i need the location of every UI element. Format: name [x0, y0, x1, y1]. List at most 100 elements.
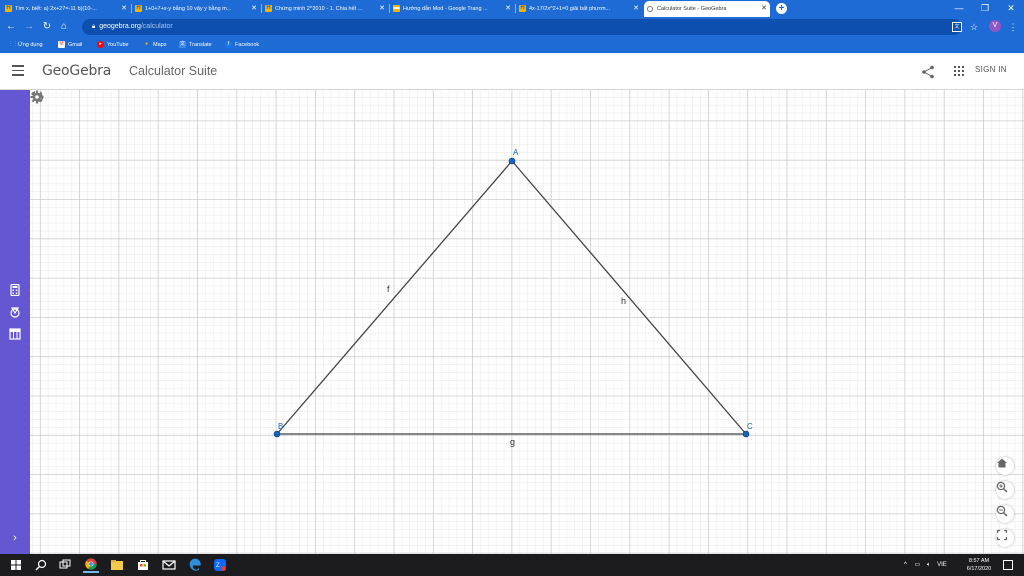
browser-tab[interactable]: H 1+0+7+x-y bằng 10 vậy y bằng m... ✕	[132, 1, 260, 17]
standard-view-button[interactable]	[996, 457, 1014, 475]
network-icon[interactable]: ▭	[915, 562, 921, 568]
address-bar-row: ← → ↻ ⌂ 🔒︎ geogebra.org/calculator 文 ☆ V …	[0, 17, 1024, 37]
point-B[interactable]	[273, 430, 281, 438]
browser-tab-strip: H Tìm x, biết: a) 2x+27=-11 b)(10-... ✕ …	[0, 0, 1024, 17]
zoom-out-button[interactable]	[996, 505, 1014, 523]
search-icon[interactable]	[33, 557, 49, 573]
bookmark-star-icon[interactable]: ☆	[968, 19, 980, 35]
app-header: GeoGebra Calculator Suite SIGN IN	[0, 53, 1024, 90]
app-switcher-icon[interactable]	[954, 66, 964, 76]
bookmark-label: Ứng dụng	[18, 42, 43, 48]
zoom-in-button[interactable]	[996, 481, 1014, 499]
bookmark-translate[interactable]: 文 Translate	[179, 37, 212, 53]
zoom-out-icon	[996, 505, 1008, 517]
bookmark-apps[interactable]: ⋮⋮ Ứng dụng	[8, 37, 43, 53]
bookmark-youtube[interactable]: ▸ YouTube	[97, 37, 129, 53]
close-window-button[interactable]: ✕	[998, 0, 1024, 17]
homework-h-icon: H	[265, 5, 272, 12]
clock-date: 6/17/2020	[966, 566, 992, 572]
calculator-keyboard-icon[interactable]	[9, 284, 21, 296]
browser-tab[interactable]: H Chứng minh 2^2010 - 1. Chia hết ... ✕	[262, 1, 388, 17]
minimize-button[interactable]: —	[946, 0, 972, 17]
bookmark-gmail[interactable]: M Gmail	[58, 37, 82, 53]
edge-icon[interactable]	[187, 557, 203, 573]
point-C[interactable]	[742, 430, 750, 438]
point-label-C: C	[747, 422, 753, 431]
restore-button[interactable]: ❐	[972, 0, 998, 17]
reload-icon[interactable]: ↻	[40, 19, 54, 35]
task-view-icon[interactable]	[57, 557, 73, 573]
browser-tab[interactable]: H Tìm x, biết: a) 2x+27=-11 b)(10-... ✕	[2, 1, 130, 17]
geogebra-logo[interactable]: GeoGebra	[42, 63, 111, 79]
segment-h[interactable]	[511, 160, 747, 435]
apps-grid-icon: ⋮⋮	[8, 41, 18, 47]
close-tab-icon[interactable]: ✕	[251, 1, 257, 17]
new-tab-button[interactable]: +	[776, 3, 787, 14]
close-tab-icon[interactable]: ✕	[379, 1, 385, 17]
tab-title: 1+0+7+x-y bằng 10 vậy y bằng m...	[145, 6, 232, 12]
bookmark-label: Maps	[153, 42, 167, 48]
bookmark-facebook[interactable]: f Facebook	[225, 37, 259, 53]
tab-title: Hướng dẫn Mod - Google Trang ...	[403, 6, 488, 12]
close-tab-icon[interactable]: ✕	[761, 1, 767, 17]
bookmarks-bar: ⋮⋮ Ứng dụng M Gmail ▸ YouTube ● Maps 文 T…	[0, 37, 1024, 53]
point-label-B: B	[278, 422, 283, 431]
url-input[interactable]: 🔒︎ geogebra.org/calculator	[82, 19, 962, 35]
close-tab-icon[interactable]: ✕	[121, 1, 127, 17]
point-label-A: A	[513, 148, 519, 157]
input-language[interactable]: VIE	[937, 562, 947, 568]
app-title: Calculator Suite	[129, 64, 218, 78]
bookmark-label: Translate	[189, 42, 212, 48]
browser-tab[interactable]: ▬ Hướng dẫn Mod - Google Trang ... ✕	[390, 1, 514, 17]
url-path: /calculator	[140, 23, 173, 30]
close-tab-icon[interactable]: ✕	[633, 1, 639, 17]
tools-shapes-icon[interactable]	[9, 306, 21, 318]
forward-arrow-icon[interactable]: →	[22, 19, 36, 35]
homework-h-icon: H	[5, 5, 12, 12]
bookmark-maps[interactable]: ● Maps	[143, 37, 166, 53]
settings-gear-icon[interactable]	[30, 90, 44, 104]
expand-panel-chevron-icon[interactable]: ›	[9, 532, 21, 544]
translate-icon: 文	[179, 41, 186, 48]
browser-menu-icon[interactable]: ⋮	[1008, 19, 1018, 35]
close-tab-icon[interactable]: ✕	[505, 1, 511, 17]
windows-start-icon[interactable]	[8, 557, 24, 573]
zalo-icon[interactable]: Z	[212, 557, 228, 573]
file-explorer-icon[interactable]	[109, 557, 125, 573]
graphics-canvas[interactable]: f h g A B C	[30, 90, 1024, 554]
graphics-view[interactable]: f h g A B C	[30, 90, 1024, 554]
share-icon[interactable]	[920, 64, 936, 80]
mail-icon[interactable]	[161, 557, 177, 573]
sign-in-button[interactable]: SIGN IN	[975, 65, 1007, 74]
volume-icon[interactable]: 🔈︎	[927, 562, 931, 568]
minor-grid	[30, 90, 1024, 554]
google-sites-icon: ▬	[393, 5, 400, 12]
back-arrow-icon[interactable]: ←	[4, 19, 18, 35]
show-hidden-icons-chevron-icon[interactable]: ^	[904, 562, 907, 568]
segment-f[interactable]	[276, 160, 513, 435]
windows-taskbar: Z ^ ▭ 🔈︎ VIE 8:57 AM 6/17/2020	[0, 554, 1024, 576]
lock-icon: 🔒︎	[92, 24, 96, 30]
homework-h-icon: H	[135, 5, 142, 12]
segment-label-g: g	[510, 437, 515, 447]
profile-avatar[interactable]: V	[989, 20, 1001, 32]
youtube-icon: ▸	[97, 41, 104, 48]
chrome-icon[interactable]	[83, 557, 99, 573]
browser-tab[interactable]: H 4x-17/2x^2+1=0 giải bất phươn... ✕	[516, 1, 642, 17]
store-icon[interactable]	[135, 557, 151, 573]
maps-pin-icon: ●	[144, 41, 149, 47]
point-A[interactable]	[508, 157, 516, 165]
taskbar-clock[interactable]: 8:57 AM 6/17/2020	[959, 557, 999, 573]
left-toolbar: ›	[0, 90, 30, 554]
tab-title: Chứng minh 2^2010 - 1. Chia hết ...	[275, 6, 363, 12]
action-center-icon[interactable]	[1003, 560, 1013, 570]
translate-page-icon[interactable]: 文	[952, 22, 962, 32]
bookmark-label: Gmail	[68, 42, 83, 48]
browser-tab-active[interactable]: Calculator Suite - GeoGebra ✕	[644, 1, 770, 17]
hamburger-menu-icon[interactable]	[12, 65, 24, 77]
system-tray: ^ ▭ 🔈︎ VIE	[904, 554, 947, 576]
geogebra-icon	[647, 6, 653, 12]
fullscreen-button[interactable]	[996, 529, 1014, 547]
table-icon[interactable]	[9, 328, 21, 340]
home-icon[interactable]: ⌂	[57, 19, 71, 35]
